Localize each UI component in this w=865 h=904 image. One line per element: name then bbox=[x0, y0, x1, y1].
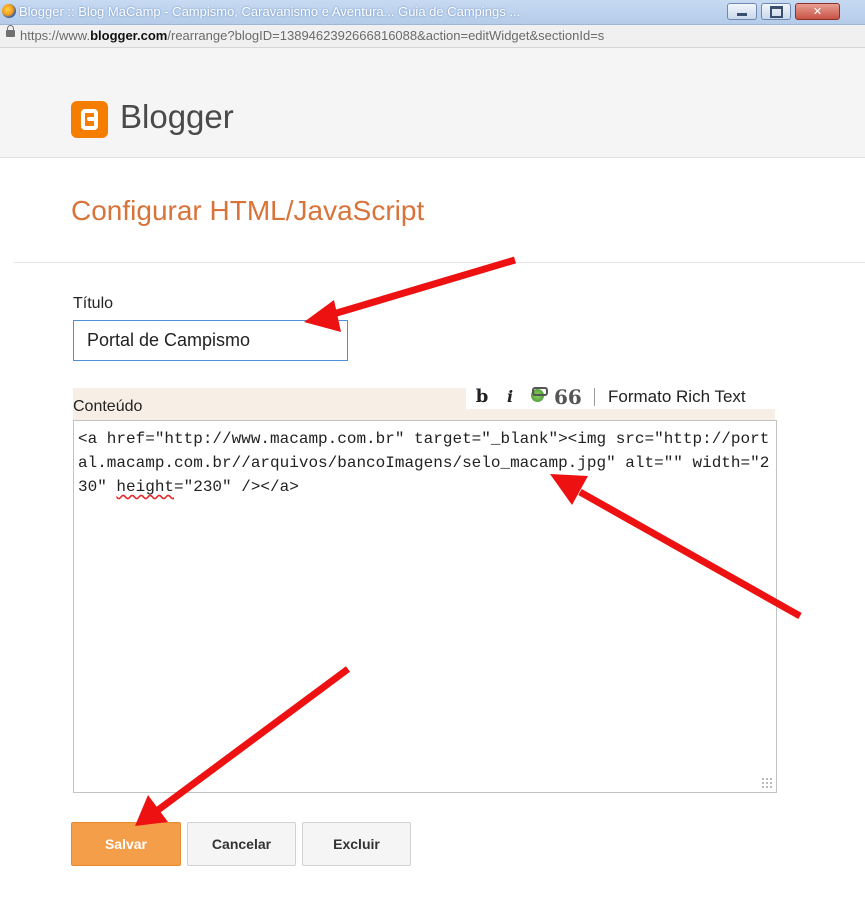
resize-handle-icon[interactable] bbox=[761, 777, 773, 789]
address-bar[interactable]: https://www.blogger.com/rearrange?blogID… bbox=[0, 25, 865, 48]
url-text[interactable]: https://www.blogger.com/rearrange?blogID… bbox=[20, 28, 604, 43]
title-input[interactable] bbox=[73, 320, 348, 361]
blockquote-button[interactable]: 66 bbox=[554, 387, 582, 407]
url-prefix: https://www. bbox=[20, 28, 91, 43]
save-button[interactable]: Salvar bbox=[71, 822, 181, 866]
lock-icon bbox=[6, 25, 15, 37]
link-chain-icon bbox=[532, 387, 548, 396]
cancel-button[interactable]: Cancelar bbox=[187, 822, 296, 866]
insert-link-button[interactable] bbox=[528, 387, 548, 407]
window-title: Blogger :: Blog MaCamp - Campismo, Carav… bbox=[19, 4, 521, 19]
delete-button[interactable]: Excluir bbox=[302, 822, 411, 866]
minimize-button[interactable] bbox=[727, 3, 757, 20]
arrow-to-title bbox=[329, 256, 516, 319]
editor-toolbar: b i 66 Formato Rich Text bbox=[466, 385, 775, 409]
blogger-logo-text[interactable]: Blogger bbox=[120, 98, 234, 136]
title-label: Título bbox=[73, 295, 114, 312]
content-label: Conteúdo bbox=[73, 398, 143, 415]
toolbar-separator bbox=[594, 388, 595, 406]
firefox-icon bbox=[2, 4, 16, 18]
url-path: /rearrange?blogID=1389462392666816088&ac… bbox=[167, 28, 605, 43]
content-editor[interactable]: <a href="http://www.macamp.com.br" targe… bbox=[73, 420, 777, 793]
maximize-button[interactable] bbox=[761, 3, 791, 20]
url-host: blogger.com bbox=[90, 28, 168, 43]
maximize-icon bbox=[762, 4, 790, 19]
content-text-end: ="230" /></a> bbox=[174, 478, 299, 496]
page-title: Configurar HTML/JavaScript bbox=[71, 195, 425, 226]
spellcheck-flagged-word: height bbox=[116, 478, 175, 496]
rich-text-toggle[interactable]: Formato Rich Text bbox=[608, 387, 746, 407]
bold-button[interactable]: b bbox=[474, 387, 490, 407]
divider bbox=[14, 262, 865, 263]
close-icon: ✕ bbox=[812, 5, 823, 18]
minimize-icon bbox=[728, 4, 756, 19]
browser-title-bar: Blogger :: Blog MaCamp - Campismo, Carav… bbox=[0, 0, 865, 25]
italic-button[interactable]: i bbox=[502, 387, 518, 407]
blogger-logo-icon[interactable] bbox=[71, 101, 108, 138]
close-window-button[interactable]: ✕ bbox=[795, 3, 840, 20]
